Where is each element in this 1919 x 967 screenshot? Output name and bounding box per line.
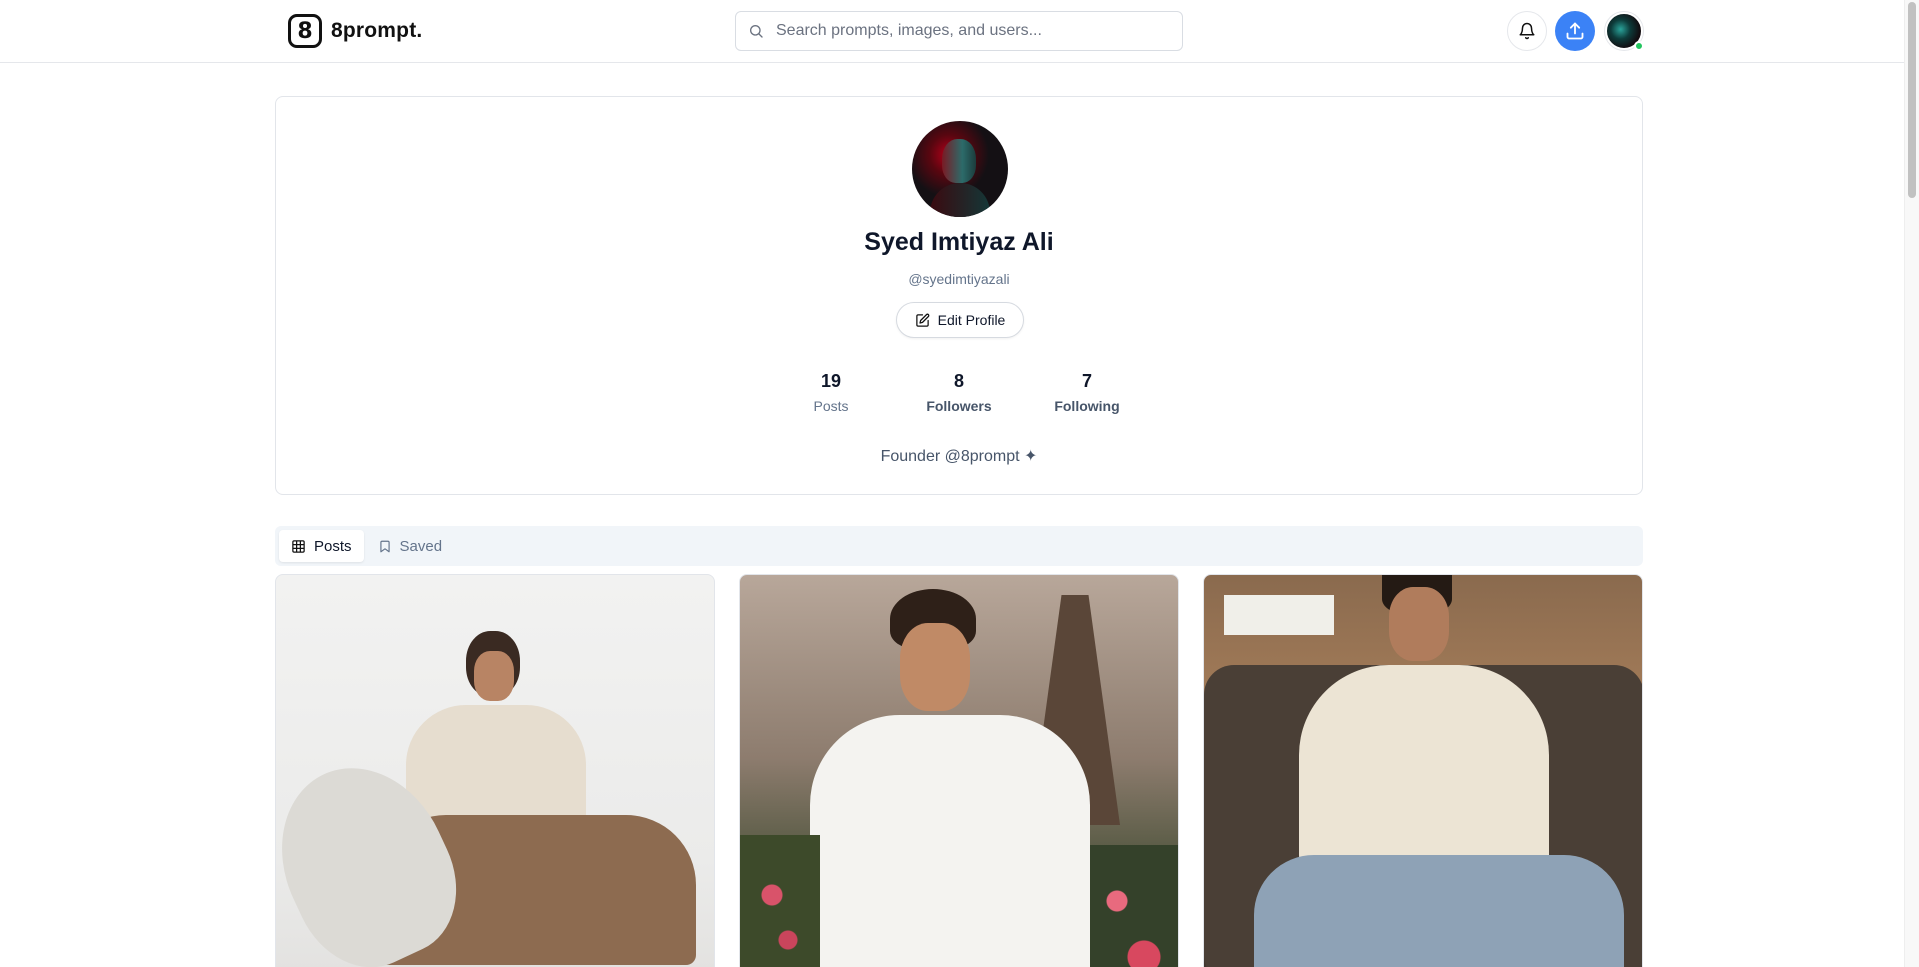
stat-posts-label: Posts bbox=[813, 398, 849, 414]
page-scrollbar[interactable] bbox=[1904, 0, 1919, 967]
search-icon bbox=[750, 25, 763, 38]
posts-grid bbox=[275, 574, 1643, 967]
post3-sweater bbox=[1299, 665, 1549, 885]
post-image-1[interactable] bbox=[275, 574, 715, 967]
post3-jeans bbox=[1254, 855, 1624, 967]
profile-bio: Founder @8prompt ✦ bbox=[880, 448, 1038, 465]
stat-followers-label[interactable]: Followers bbox=[909, 398, 1009, 414]
post3-face bbox=[1389, 587, 1449, 661]
profile-handle: @syedimtiyazali bbox=[908, 271, 1010, 287]
grid-icon bbox=[292, 539, 305, 553]
tab-posts-label: Posts bbox=[314, 537, 352, 555]
post2-roses-right bbox=[1090, 845, 1178, 967]
tab-saved-label: Saved bbox=[399, 537, 443, 555]
post2-face bbox=[900, 623, 970, 711]
profile-stats: 19 Posts 8 Followers 7 Following bbox=[276, 371, 1642, 414]
upload-button[interactable] bbox=[1555, 11, 1595, 51]
search-input[interactable] bbox=[776, 22, 1156, 40]
stat-following-value: 7 bbox=[1081, 371, 1092, 391]
stat-following[interactable]: 7 Following bbox=[1037, 371, 1137, 414]
bookmark-icon bbox=[379, 540, 390, 552]
stat-following-label[interactable]: Following bbox=[1037, 398, 1137, 414]
post1-face bbox=[474, 651, 514, 701]
logo[interactable]: 8 8prompt. bbox=[288, 14, 422, 48]
edit-profile-label: Edit Profile bbox=[937, 312, 1006, 328]
tab-posts[interactable]: Posts bbox=[279, 530, 364, 562]
post-image-3[interactable] bbox=[1203, 574, 1643, 967]
post2-roses-left bbox=[740, 835, 820, 967]
bell-icon bbox=[1519, 22, 1535, 40]
upload-icon bbox=[1566, 22, 1584, 40]
online-status-indicator bbox=[1634, 41, 1644, 51]
search-bar[interactable] bbox=[735, 11, 1183, 51]
profile-card: Syed Imtiyaz Ali @syedimtiyazali Edit Pr… bbox=[275, 96, 1643, 495]
profile-tabs: Posts Saved bbox=[275, 526, 1643, 566]
notifications-button[interactable] bbox=[1507, 11, 1547, 51]
profile-name: Syed Imtiyaz Ali bbox=[864, 228, 1054, 256]
stat-posts: 19 Posts bbox=[781, 371, 881, 414]
post-image-2[interactable] bbox=[739, 574, 1179, 967]
logo-mark: 8 bbox=[288, 14, 322, 48]
avatar-face-shape bbox=[942, 139, 976, 183]
edit-icon bbox=[915, 313, 930, 327]
top-navigation-bar: 8 8prompt. bbox=[0, 0, 1919, 63]
post2-shirt bbox=[810, 715, 1090, 967]
stat-posts-value: 19 bbox=[820, 371, 842, 391]
post3-table bbox=[1224, 595, 1334, 635]
stat-followers[interactable]: 8 Followers bbox=[909, 371, 1009, 414]
scrollbar-thumb[interactable] bbox=[1908, 2, 1916, 198]
stat-followers-value: 8 bbox=[953, 371, 964, 391]
logo-text: 8prompt. bbox=[331, 19, 423, 42]
profile-avatar bbox=[912, 121, 1008, 217]
edit-profile-button[interactable]: Edit Profile bbox=[896, 302, 1024, 338]
avatar-body-shape bbox=[930, 183, 990, 217]
tab-saved[interactable]: Saved bbox=[366, 530, 455, 562]
